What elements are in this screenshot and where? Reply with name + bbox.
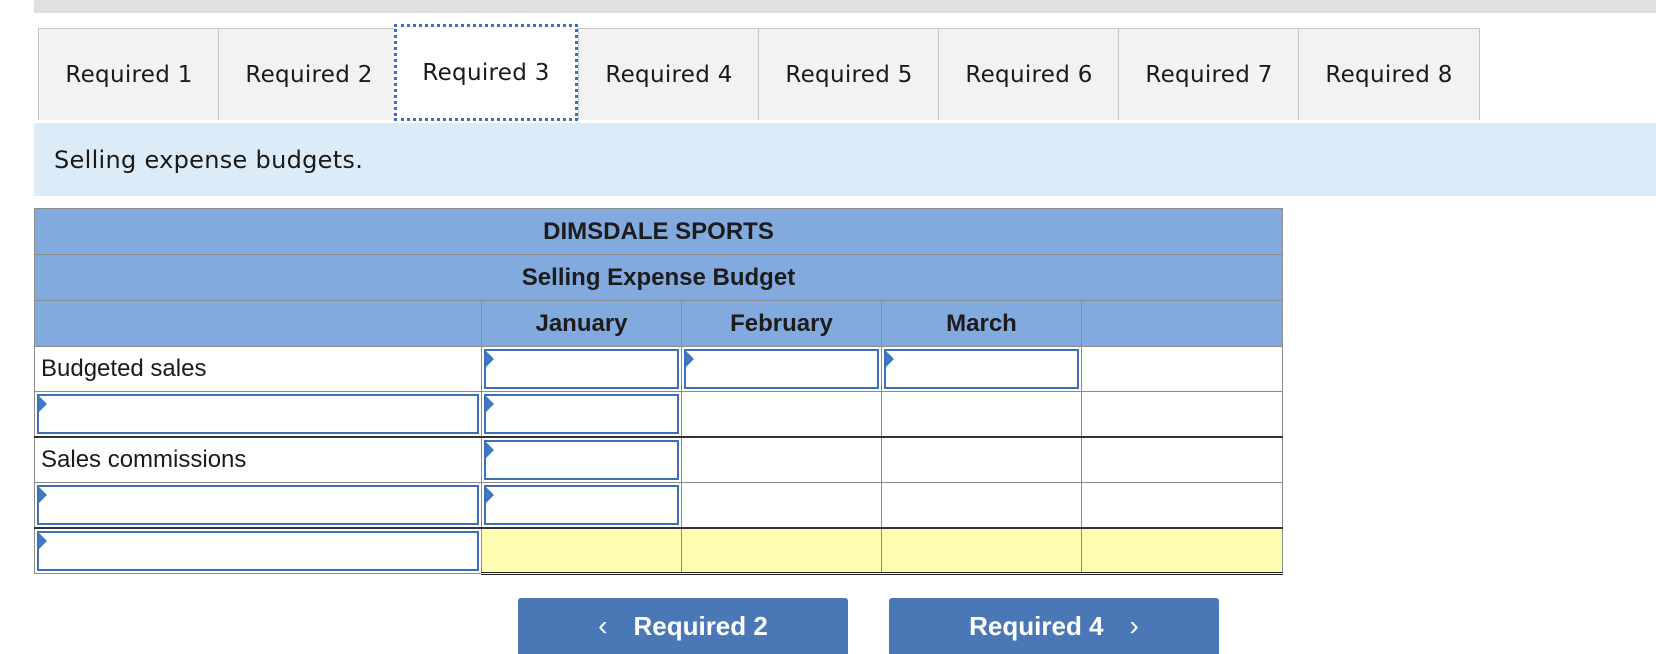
budget-title: Selling Expense Budget <box>34 254 1283 301</box>
table-cell <box>881 391 1082 438</box>
budgeted-sales-january-input[interactable] <box>484 349 679 389</box>
instruction-banner: Selling expense budgets. <box>34 123 1656 196</box>
row-2-label-input[interactable] <box>37 394 479 434</box>
prev-button-label: Required 2 <box>633 610 768 641</box>
column-header-total <box>1081 300 1283 347</box>
column-header-march: March <box>881 300 1082 347</box>
sales-commissions-january-input[interactable] <box>484 440 679 480</box>
table-cell <box>681 436 882 483</box>
total-march-cell <box>881 527 1082 575</box>
next-button-label: Required 4 <box>969 610 1104 641</box>
row-label-budgeted-sales: Budgeted sales <box>34 346 482 392</box>
tab-required-2[interactable]: Required 2 <box>218 28 400 120</box>
table-cell <box>1081 346 1283 392</box>
table-cell <box>481 482 682 529</box>
instruction-text: Selling expense budgets. <box>54 145 364 174</box>
tab-required-1[interactable]: Required 1 <box>38 28 220 120</box>
table-cell <box>881 346 1082 392</box>
company-name: DIMSDALE SPORTS <box>34 208 1283 255</box>
table-row <box>34 391 1283 438</box>
table-cell <box>881 436 1082 483</box>
selling-expense-budget-table: DIMSDALE SPORTS Selling Expense Budget J… <box>34 208 1283 575</box>
prev-required-2-button[interactable]: ‹ Required 2 <box>518 598 848 654</box>
tab-required-4[interactable]: Required 4 <box>578 28 760 120</box>
table-cell <box>881 482 1082 529</box>
column-header-february: February <box>681 300 882 347</box>
table-cell <box>34 391 482 438</box>
total-quarter-cell <box>1081 527 1283 575</box>
row-4-january-input[interactable] <box>484 485 679 525</box>
table-cell <box>681 391 882 438</box>
next-required-4-button[interactable]: Required 4 › <box>889 598 1219 654</box>
table-cell <box>34 527 482 574</box>
total-row-label-input[interactable] <box>37 531 479 571</box>
table-cell <box>681 482 882 529</box>
total-february-cell <box>681 527 882 575</box>
chevron-right-icon: › <box>1129 610 1139 641</box>
budgeted-sales-february-input[interactable] <box>684 349 879 389</box>
row-2-january-input[interactable] <box>484 394 679 434</box>
header-blank-cell <box>34 300 482 347</box>
top-bar <box>34 0 1656 13</box>
row-label-sales-commissions: Sales commissions <box>34 436 482 483</box>
tab-required-7[interactable]: Required 7 <box>1118 28 1300 120</box>
chevron-left-icon: ‹ <box>598 610 608 641</box>
table-row: Sales commissions <box>34 436 1283 483</box>
table-cell <box>1081 482 1283 529</box>
table-cell <box>481 391 682 438</box>
total-january-cell <box>481 527 682 575</box>
table-cell <box>34 482 482 529</box>
table-cell <box>1081 436 1283 483</box>
table-row: Budgeted sales <box>34 346 1283 392</box>
table-row <box>34 482 1283 529</box>
tab-required-8[interactable]: Required 8 <box>1298 28 1480 120</box>
tab-required-5[interactable]: Required 5 <box>758 28 940 120</box>
budgeted-sales-march-input[interactable] <box>884 349 1079 389</box>
column-header-january: January <box>481 300 682 347</box>
tab-required-3[interactable]: Required 3 <box>394 24 578 121</box>
table-cell <box>481 346 682 392</box>
table-cell <box>481 436 682 483</box>
table-cell <box>681 346 882 392</box>
total-row <box>34 527 1283 575</box>
table-cell <box>1081 391 1283 438</box>
tab-required-6[interactable]: Required 6 <box>938 28 1120 120</box>
row-4-label-input[interactable] <box>37 485 479 525</box>
